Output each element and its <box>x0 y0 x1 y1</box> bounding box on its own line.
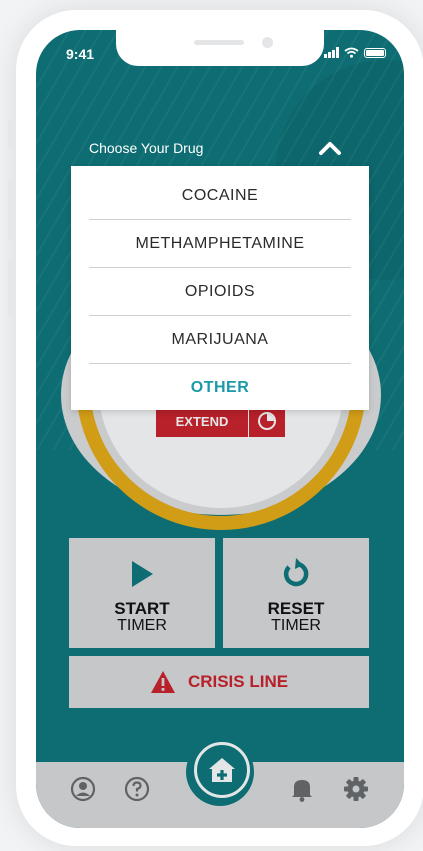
phone-side-button <box>8 120 14 150</box>
status-time: 9:41 <box>66 46 95 62</box>
crisis-line-button[interactable]: CRISIS LINE <box>69 656 369 708</box>
camera <box>262 37 273 48</box>
help-icon[interactable] <box>124 776 150 802</box>
signal-icon <box>324 47 339 58</box>
phone-volume-up <box>8 180 14 240</box>
reset-timer-button[interactable]: RESET TIMER <box>223 538 369 648</box>
reset-icon <box>283 558 309 587</box>
dropdown-option-other[interactable]: OTHER <box>89 364 351 412</box>
app-screen: 9:41 Choose Your Drug EXTEND COCAINE MET… <box>36 30 404 828</box>
speaker <box>194 40 244 45</box>
reset-label: RESET <box>267 599 325 618</box>
dropdown-option-cocaine[interactable]: COCAINE <box>89 172 351 220</box>
start-sublabel: TIMER <box>117 617 167 634</box>
phone-volume-down <box>8 258 14 318</box>
start-label: START <box>114 599 170 618</box>
home-button[interactable] <box>194 742 250 798</box>
warning-icon <box>150 671 175 693</box>
gear-icon[interactable] <box>343 776 369 802</box>
choose-drug-label: Choose Your Drug <box>89 140 204 156</box>
bell-icon[interactable] <box>290 776 314 802</box>
battery-icon <box>364 47 386 58</box>
pie-clock-icon <box>258 412 276 430</box>
drug-dropdown-menu: COCAINE METHAMPHETAMINE OPIOIDS MARIJUAN… <box>71 166 369 410</box>
reset-sublabel: TIMER <box>271 617 321 634</box>
status-icons <box>324 47 386 58</box>
chevron-up-icon[interactable] <box>318 140 342 156</box>
notch <box>116 30 324 66</box>
start-timer-button[interactable]: START TIMER <box>69 538 215 648</box>
wifi-icon <box>344 47 359 58</box>
dropdown-option-opioids[interactable]: OPIOIDS <box>89 268 351 316</box>
dropdown-option-marijuana[interactable]: MARIJUANA <box>89 316 351 364</box>
profile-icon[interactable] <box>70 776 96 802</box>
home-icon <box>209 758 235 782</box>
play-icon <box>132 561 153 587</box>
dropdown-option-methamphetamine[interactable]: METHAMPHETAMINE <box>89 220 351 268</box>
crisis-line-label: CRISIS LINE <box>187 672 289 691</box>
